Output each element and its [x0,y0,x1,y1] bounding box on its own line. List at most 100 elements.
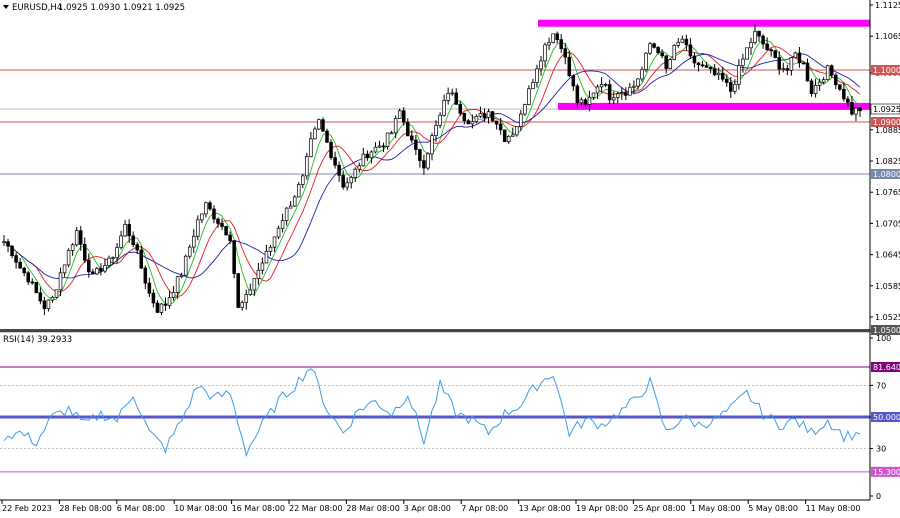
candle-body [523,104,527,115]
candle-body [224,226,228,236]
candle-body [551,33,555,43]
candle-body [571,75,576,87]
candle-body [676,41,681,46]
candle-body [171,291,176,298]
candle-body [54,289,59,298]
candle-body [506,136,511,143]
candle-body [660,52,664,57]
rsi-line [3,368,861,458]
indicator-label: RSI(14) 39.2933 [3,335,72,345]
candle-body [309,138,313,157]
candle-body [716,72,721,76]
candle-body [268,246,273,252]
candle-body [401,110,406,123]
price-level-label: 1.0500 [873,326,900,335]
price-level-label: 1.0900 [873,118,900,127]
candle-body [757,30,761,37]
candle-body [426,153,430,169]
candle-body [454,92,458,105]
candle-body [793,52,798,58]
candle-body [26,272,30,283]
candle-body [200,213,204,221]
candle-body [107,257,111,266]
candle-body [672,45,677,60]
candle-body [369,151,374,159]
candle-body [58,272,63,291]
candle-body [341,174,345,188]
candle-body [829,65,834,76]
candle-body [280,220,285,229]
candle-body [696,62,701,66]
candle-body [46,299,51,309]
candle-body [155,302,160,313]
candle-body [684,38,689,46]
candle-body [244,294,249,303]
candle-body [187,246,192,257]
candle-body [373,146,378,153]
time-tick-label: 16 Mar 08:00 [232,504,285,513]
candle-body [769,49,773,52]
candle-body [393,118,398,134]
candle-body [119,235,123,248]
candle-body [159,303,164,313]
candle-body [296,184,301,198]
candle-body [414,139,418,150]
candle-body [82,243,87,261]
candle-body [422,160,426,169]
candle-body [167,297,172,306]
candle-body [389,132,394,135]
candle-body [607,84,612,101]
candle-body [563,48,568,58]
last-price-label: 1.0925 [873,105,900,114]
candle-body [365,153,370,159]
candle-body [292,196,297,207]
candle-body [587,96,592,105]
candle-body [418,149,422,161]
candle-body [838,84,842,90]
candle-body [611,97,616,101]
price-tick-label: 1.0525 [875,313,900,322]
time-tick-label: 22 Mar 08:00 [289,504,342,513]
rsi-tick-label: 0 [876,492,881,501]
candle-body [50,296,55,301]
price-level-label: 1.1000 [873,66,900,75]
candle-body [636,78,640,87]
candle-body [442,99,446,116]
candle-body [842,88,846,100]
resistance-zone[interactable] [558,102,870,110]
resistance-zone[interactable] [538,19,870,27]
candle-body [91,271,95,275]
time-tick-label: 10 Mar 08:00 [174,504,227,513]
candle-body [131,235,135,246]
candle-body [583,99,588,105]
candle-body [632,85,636,88]
candle-body [143,267,148,284]
candle-body [115,247,119,258]
dropdown-arrow-icon[interactable] [3,5,9,9]
time-tick-label: 19 Apr 08:00 [576,504,628,513]
candle-body [10,245,14,256]
candle-body [628,86,632,96]
candle-body [438,114,442,126]
candle-body [664,55,668,69]
candle-body [430,135,434,155]
candle-body [652,43,656,48]
candle-body [70,244,75,251]
candle-body [773,50,777,58]
candle-body [240,302,244,308]
candle-body [821,79,826,83]
candle-body [62,264,67,274]
candle-body [720,72,725,80]
candle-body [284,207,289,222]
time-tick-label: 5 May 08:00 [748,504,798,513]
price-tick-label: 1.1125 [875,1,900,10]
candle-body [305,156,309,177]
candle-body [708,66,713,70]
candle-body [462,112,467,122]
candle-body [749,42,753,49]
candle-body [813,84,818,94]
candle-body [704,65,709,68]
candle-body [729,82,733,92]
candle-body [345,182,349,188]
time-tick-label: 6 Mar 08:00 [117,504,165,513]
